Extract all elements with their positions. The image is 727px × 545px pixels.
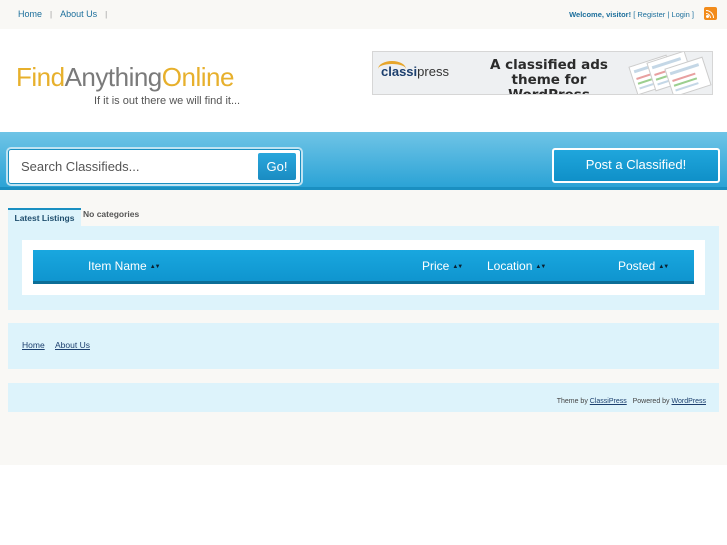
footer-credits: Theme by ClassiPress Powered by WordPres… [8, 383, 719, 412]
sort-arrows-icon[interactable]: ▲▼ [658, 264, 669, 270]
listings-panel: Item Name ▲▼ Price ▲▼ Location ▲▼ Posted ▲▼ [8, 226, 719, 310]
sort-arrows-icon[interactable]: ▲▼ [150, 264, 161, 270]
credits-theme-by: Theme by [556, 398, 588, 405]
column-price-label: Price [422, 259, 450, 273]
listings-table-header: Item Name ▲▼ Price ▲▼ Location ▲▼ Posted ▲▼ [33, 250, 694, 284]
bracket-close: ] [691, 10, 694, 19]
classipress-link[interactable]: ClassiPress [590, 398, 627, 405]
column-item-name[interactable]: Item Name ▲▼ [88, 259, 161, 273]
column-item-name-label: Item Name [88, 259, 147, 273]
wordpress-link[interactable]: WordPress [672, 398, 707, 405]
topnav-about-link[interactable]: About Us [60, 9, 97, 19]
bracket-open: [ [633, 10, 636, 19]
welcome-prefix: Welcome, [569, 10, 604, 19]
top-navigation: Home | About Us | [18, 9, 115, 19]
site-logo[interactable]: FindAnythingOnline [16, 62, 234, 93]
banner-screenshots-image [620, 52, 712, 94]
top-bar: Home | About Us | Welcome, visitor! [ Re… [0, 0, 727, 29]
classipress-logo-b: press [417, 64, 449, 79]
column-price[interactable]: Price ▲▼ [422, 259, 463, 273]
column-posted-label: Posted [618, 259, 656, 273]
tab-latest-listings[interactable]: Latest Listings [8, 208, 81, 227]
post-classified-button[interactable]: Post a Classified! [552, 148, 720, 183]
footer-home-link[interactable]: Home [22, 340, 45, 350]
column-location[interactable]: Location ▲▼ [487, 259, 546, 273]
site-header: FindAnythingOnline If it is out there we… [0, 29, 727, 132]
bracket-separator: | [667, 10, 670, 19]
banner-headline: A classified ads theme for WordPress [490, 57, 608, 95]
credits-powered-by: Powered by [632, 398, 670, 405]
welcome-message: Welcome, visitor! [ Register | Login ] [569, 10, 694, 19]
login-link[interactable]: Login [671, 10, 689, 19]
classipress-ad-banner[interactable]: classipress A classified ads theme for W… [372, 51, 713, 95]
search-band: Go! Post a Classified! [0, 132, 727, 190]
credits-text: Theme by ClassiPress Powered by WordPres… [557, 398, 706, 405]
listings-table-container: Item Name ▲▼ Price ▲▼ Location ▲▼ Posted ▲▼ [22, 240, 705, 295]
search-input[interactable] [13, 153, 256, 180]
column-location-label: Location [487, 259, 533, 273]
search-go-button[interactable]: Go! [258, 153, 296, 180]
footer-about-link[interactable]: About Us [55, 340, 90, 350]
logo-part-anything: Anything [64, 62, 163, 92]
welcome-user: visitor! [606, 10, 632, 19]
logo-part-online: Online [161, 62, 235, 92]
search-box: Go! [8, 149, 301, 184]
sort-arrows-icon[interactable]: ▲▼ [535, 264, 546, 270]
classipress-logo: classipress [378, 61, 449, 79]
logo-part-find: Find [16, 62, 65, 92]
footer-navigation: Home About Us [8, 323, 719, 369]
no-categories-label: No categories [83, 209, 140, 219]
topnav-separator: | [50, 9, 53, 19]
rss-feed-icon[interactable] [704, 7, 717, 20]
register-link[interactable]: Register [637, 10, 665, 19]
topnav-home-link[interactable]: Home [18, 9, 42, 19]
sort-arrows-icon[interactable]: ▲▼ [452, 264, 463, 270]
site-tagline: If it is out there we will find it... [94, 95, 241, 107]
topnav-separator: | [105, 9, 108, 19]
column-posted[interactable]: Posted ▲▼ [618, 259, 669, 273]
